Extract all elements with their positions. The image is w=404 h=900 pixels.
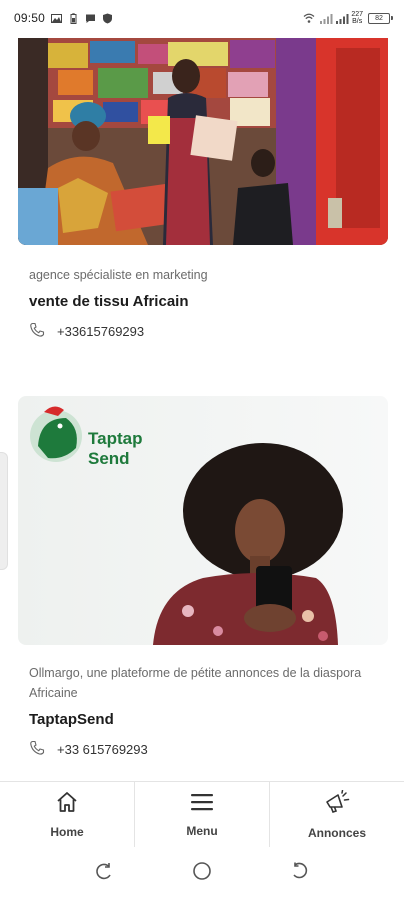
listing-title[interactable]: vente de tissu Africain (18, 293, 388, 310)
home-icon (55, 791, 79, 818)
nav-home-label: Home (50, 824, 84, 839)
battery-level: 82 (375, 14, 383, 22)
network-speed-value: 227 (351, 11, 363, 18)
wifi-icon (303, 13, 315, 24)
gallery-icon (51, 13, 63, 24)
signal-icon-2 (335, 13, 349, 24)
listing-image[interactable]: Taptap Send (18, 396, 388, 645)
listing-phone-number[interactable]: +33615769293 (57, 324, 144, 339)
listing-image[interactable] (18, 38, 388, 245)
listing-category: agence spécialiste en marketing (29, 268, 208, 282)
home-button-icon[interactable] (192, 861, 212, 886)
listing-title[interactable]: TaptapSend (18, 711, 388, 728)
bottom-nav: Home Menu Annonces (0, 781, 404, 847)
network-speed-unit: B/s (352, 18, 363, 25)
menu-icon (190, 792, 214, 817)
megaphone-icon (324, 789, 350, 819)
recent-apps-icon[interactable] (94, 861, 114, 886)
listing-phone-number[interactable]: +33 615769293 (57, 742, 148, 757)
taptap-logo-line1: Taptap (88, 429, 143, 448)
back-icon[interactable] (290, 861, 310, 886)
taptap-logo: Taptap Send (88, 429, 142, 469)
battery-icon: 82 (368, 12, 393, 24)
message-icon (85, 13, 96, 24)
listing-phone[interactable]: +33615769293 (18, 322, 388, 341)
shield-icon (102, 13, 113, 24)
system-nav-bar (0, 847, 404, 900)
listing-card[interactable]: Taptap Send Ollmargo, une plateforme de … (18, 396, 388, 759)
nav-annonces-label: Annonces (307, 825, 366, 840)
phone-icon (29, 322, 45, 341)
battery-saver-icon (68, 12, 79, 24)
nav-menu-label: Menu (186, 823, 218, 838)
side-drawer-handle[interactable] (0, 452, 8, 570)
phone-icon (29, 740, 45, 759)
nav-annonces[interactable]: Annonces (270, 782, 404, 847)
status-bar: 09:50 227 B/s 82 (0, 0, 404, 36)
taptap-logo-line2: Send (88, 449, 130, 468)
signal-icon (319, 13, 333, 24)
listing-phone[interactable]: +33 615769293 (18, 740, 388, 759)
listing-category: Ollmargo, une plateforme de pétite annon… (29, 666, 362, 700)
network-speed: 227 B/s (351, 11, 363, 25)
nav-home[interactable]: Home (0, 782, 135, 847)
listing-card[interactable]: agence spécialiste en marketing vente de… (18, 38, 388, 341)
status-time: 09:50 (14, 11, 46, 25)
nav-menu[interactable]: Menu (135, 782, 270, 847)
